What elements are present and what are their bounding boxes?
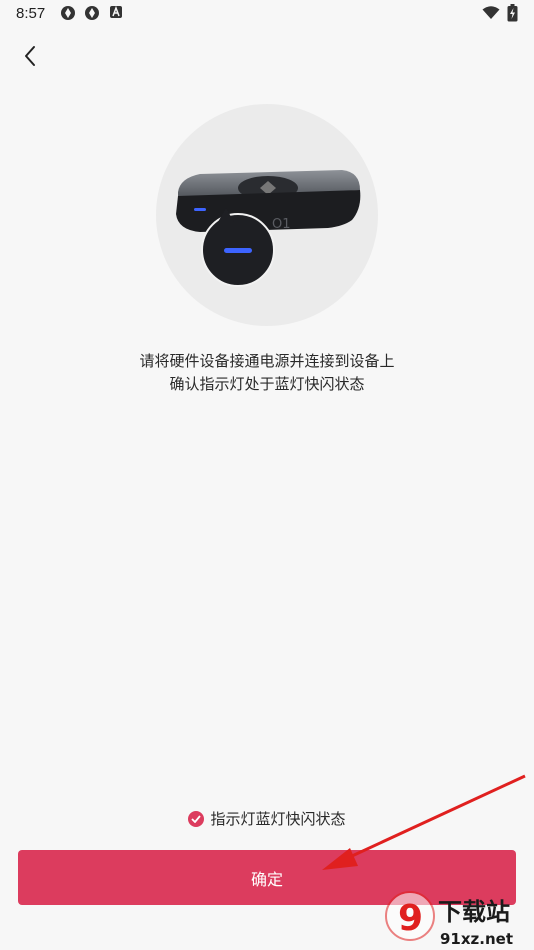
status-bar: 8:57 xyxy=(0,0,534,28)
watermark-url: 91xz.net xyxy=(440,930,513,948)
confirm-button[interactable]: 确定 xyxy=(18,850,516,905)
instruction-line-2: 确认指示灯处于蓝灯快闪状态 xyxy=(169,375,365,393)
app-notification-icon xyxy=(85,6,99,20)
instruction-line-1: 请将硬件设备接通电源并连接到设备上 xyxy=(139,352,395,370)
chevron-left-icon xyxy=(25,46,35,66)
back-button[interactable] xyxy=(14,40,46,72)
wifi-icon xyxy=(482,6,500,19)
hardware-device-image: O1 xyxy=(176,170,361,287)
indicator-confirm-checkbox[interactable]: 指示灯蓝灯快闪状态 xyxy=(0,808,534,829)
app-notification-icon xyxy=(61,6,75,20)
status-time: 8:57 xyxy=(16,5,46,22)
checkmark-icon xyxy=(188,810,205,827)
checkbox-label: 指示灯蓝灯快闪状态 xyxy=(210,810,346,828)
device-label: O1 xyxy=(272,217,291,232)
device-illustration: O1 xyxy=(156,104,378,326)
battery-charging-icon xyxy=(507,4,518,22)
instructions: 请将硬件设备接通电源并连接到设备上 确认指示灯处于蓝灯快闪状态 xyxy=(0,350,534,396)
a-notification-icon xyxy=(110,5,122,18)
